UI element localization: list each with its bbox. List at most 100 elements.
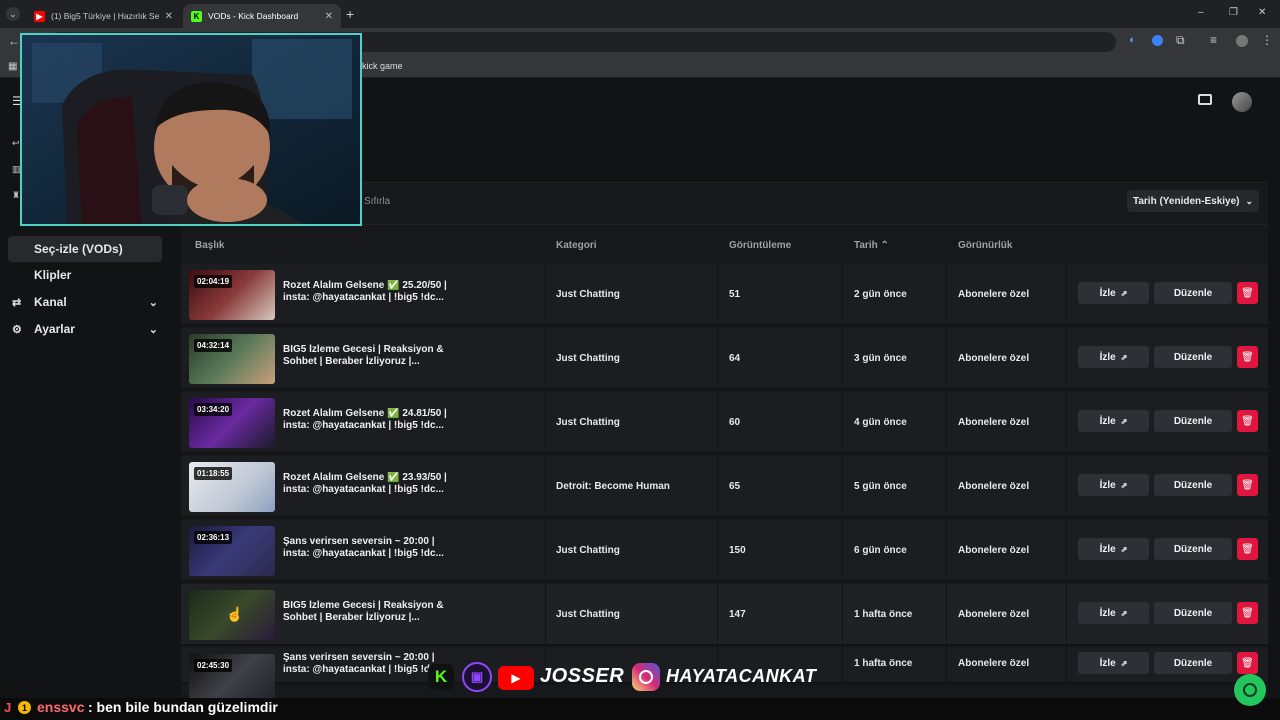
kick-logo-icon: K xyxy=(428,664,454,690)
cell-divider xyxy=(545,520,546,582)
new-tab-button[interactable]: + xyxy=(346,6,354,22)
extension-icon[interactable]: ◖ xyxy=(1128,34,1135,46)
delete-button[interactable]: 🗑 xyxy=(1237,410,1258,432)
extension-icon[interactable] xyxy=(1152,35,1163,46)
table-row[interactable]: 02:36:13 Şans verirsen seversin ~ 20:00 |… xyxy=(181,520,1268,582)
edit-button[interactable]: Düzenle xyxy=(1154,602,1232,624)
chevron-down-icon: ⌄ xyxy=(148,296,158,309)
sidebar-item-channel[interactable]: ⇄ Kanal ⌄ xyxy=(0,289,162,315)
sidebar-item-clips[interactable]: Klipler xyxy=(8,262,162,288)
sidebar-item-settings[interactable]: ⚙ Ayarlar ⌄ xyxy=(0,316,162,342)
edit-button[interactable]: Düzenle xyxy=(1154,474,1232,496)
browser-tab-bar: ⌄ ▶ (1) Big5 Türkiye | Hazırlık Sezon ✕ … xyxy=(0,0,1280,28)
edit-label: Düzenle xyxy=(1173,415,1213,427)
tab-vods[interactable]: K VODs - Kick Dashboard ✕ xyxy=(183,4,341,28)
close-tab-icon[interactable]: ✕ xyxy=(159,11,173,22)
trash-icon: 🗑 xyxy=(1241,415,1254,427)
edit-button[interactable]: Düzenle xyxy=(1154,346,1232,368)
delete-button[interactable]: 🗑 xyxy=(1237,602,1258,624)
column-header-category[interactable]: Kategori xyxy=(556,240,597,251)
column-header-views[interactable]: Görüntüleme xyxy=(729,240,791,251)
watch-button[interactable]: İzle ⇗ xyxy=(1078,282,1149,304)
vod-thumbnail[interactable]: 02:45:30 xyxy=(189,654,275,704)
vod-date: 4 gün önce xyxy=(854,417,907,428)
sidebar-item-vods[interactable]: Seç-izle (VODs) xyxy=(8,236,162,262)
delete-button[interactable]: 🗑 xyxy=(1237,474,1258,496)
minimize-button[interactable]: – xyxy=(1198,7,1204,18)
vod-title[interactable]: BIG5 İzleme Gecesi | Reaksiyon & Sohbet … xyxy=(283,344,451,368)
tab-big5[interactable]: ▶ (1) Big5 Türkiye | Hazırlık Sezon ✕ xyxy=(26,4,181,28)
vod-thumbnail[interactable]: 04:32:14 xyxy=(189,334,275,384)
delete-button[interactable]: 🗑 xyxy=(1237,282,1258,304)
vod-views: 150 xyxy=(729,545,746,556)
puzzle-icon[interactable]: ⧉ xyxy=(1176,33,1185,48)
table-row[interactable]: BIG5 İzleme Gecesi | Reaksiyon & Sohbet … xyxy=(181,584,1268,646)
edit-button[interactable]: Düzenle xyxy=(1154,410,1232,432)
cell-divider xyxy=(946,456,947,518)
column-header-title[interactable]: Başlık xyxy=(195,240,224,251)
vod-thumbnail[interactable]: 01:18:55 xyxy=(189,462,275,512)
external-link-icon: ⇗ xyxy=(1120,416,1128,426)
table-row[interactable]: 04:32:14 BIG5 İzleme Gecesi | Reaksiyon &… xyxy=(181,328,1268,390)
avatar[interactable] xyxy=(1232,92,1252,112)
vod-title[interactable]: Rozet Alalım Gelsene ✅ 24.81/50 | insta:… xyxy=(283,408,451,432)
column-header-visibility[interactable]: Görünürlük xyxy=(958,240,1012,251)
back-icon[interactable]: ← xyxy=(8,34,20,48)
reading-list-icon[interactable]: ≡ xyxy=(1210,33,1217,47)
sidebar-item-label: Kanal xyxy=(34,295,67,309)
table-row[interactable]: 01:18:55 Rozet Alalım Gelsene ✅ 23.93/50 … xyxy=(181,456,1268,518)
restore-button[interactable]: ❐ xyxy=(1229,7,1238,18)
vod-date: 3 gün önce xyxy=(854,353,907,364)
vod-category: Just Chatting xyxy=(556,417,620,428)
apps-icon[interactable]: ▦ xyxy=(8,61,17,72)
watch-button[interactable]: İzle ⇗ xyxy=(1078,538,1149,560)
stream-preview-icon[interactable] xyxy=(1198,94,1212,105)
close-window-button[interactable]: ✕ xyxy=(1258,7,1266,18)
instagram-handle: HAYATACANKAT xyxy=(666,666,817,686)
profile-icon[interactable] xyxy=(1236,35,1248,47)
vod-duration: 02:45:30 xyxy=(194,659,233,672)
vod-views: 65 xyxy=(729,481,741,492)
vod-title[interactable]: Şans verirsen seversin ~ 20:00 | insta: … xyxy=(283,536,451,560)
delete-button[interactable]: 🗑 xyxy=(1237,346,1258,368)
watch-button[interactable]: İzle ⇗ xyxy=(1078,652,1149,674)
cell-divider xyxy=(842,648,843,684)
watch-button[interactable]: İzle ⇗ xyxy=(1078,410,1149,432)
table-row[interactable]: 02:04:19 Rozet Alalım Gelsene ✅ 25.20/50 … xyxy=(181,264,1268,326)
vod-duration: 02:04:19 xyxy=(194,275,233,288)
bookmark-kick-game[interactable]: kick game xyxy=(362,61,403,71)
vod-visibility: Abonelere özel xyxy=(958,609,1030,620)
cell-divider xyxy=(1066,328,1067,390)
close-tab-icon[interactable]: ✕ xyxy=(319,11,333,22)
table-row[interactable]: 03:34:20 Rozet Alalım Gelsene ✅ 24.81/50 … xyxy=(181,392,1268,454)
vod-title[interactable]: Rozet Alalım Gelsene ✅ 23.93/50 | insta:… xyxy=(283,472,451,496)
vod-duration: 03:34:20 xyxy=(194,403,233,416)
edit-button[interactable]: Düzenle xyxy=(1154,652,1232,674)
edit-button[interactable]: Düzenle xyxy=(1154,538,1232,560)
watch-button[interactable]: İzle ⇗ xyxy=(1078,474,1149,496)
watch-button[interactable]: İzle ⇗ xyxy=(1078,346,1149,368)
vod-thumbnail[interactable]: 02:36:13 xyxy=(189,526,275,576)
vod-thumbnail[interactable]: 03:34:20 xyxy=(189,398,275,448)
watch-label: İzle xyxy=(1099,351,1116,363)
reset-filters-button[interactable]: Sıfırla xyxy=(364,196,390,207)
vod-views: 60 xyxy=(729,417,741,428)
support-chat-button[interactable] xyxy=(1234,674,1266,706)
headset-icon xyxy=(1243,683,1257,697)
vod-title[interactable]: Rozet Alalım Gelsene ✅ 25.20/50 | insta:… xyxy=(283,280,451,304)
column-header-date[interactable]: Tarih ⌃ xyxy=(854,240,889,251)
edit-button[interactable]: Düzenle xyxy=(1154,282,1232,304)
cell-divider xyxy=(1066,264,1067,326)
menu-icon[interactable]: ⋮ xyxy=(1261,33,1273,47)
delete-button[interactable]: 🗑 xyxy=(1237,652,1258,674)
sort-dropdown[interactable]: Tarih (Yeniden-Eskiye) ⌄ xyxy=(1127,190,1259,212)
sort-label: Tarih (Yeniden-Eskiye) xyxy=(1132,195,1240,207)
vod-category: Detroit: Become Human xyxy=(556,481,670,492)
tab-search-icon[interactable]: ⌄ xyxy=(6,7,20,21)
vod-title[interactable]: Şans verirsen seversin ~ 20:00 | insta: … xyxy=(283,652,451,676)
watch-label: İzle xyxy=(1099,657,1116,669)
watch-button[interactable]: İzle ⇗ xyxy=(1078,602,1149,624)
vod-thumbnail[interactable]: 02:04:19 xyxy=(189,270,275,320)
delete-button[interactable]: 🗑 xyxy=(1237,538,1258,560)
vod-title[interactable]: BIG5 İzleme Gecesi | Reaksiyon & Sohbet … xyxy=(283,600,451,624)
